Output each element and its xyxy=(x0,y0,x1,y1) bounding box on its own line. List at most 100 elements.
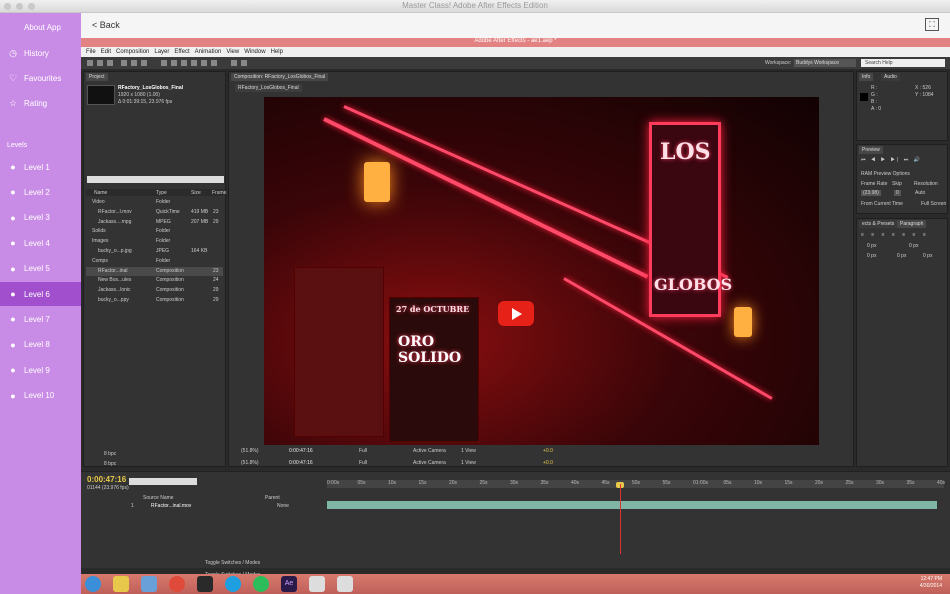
resolution-select: Full xyxy=(359,448,368,454)
sidebar-level-5[interactable]: ● Level 5 xyxy=(0,257,81,281)
spotify-icon[interactable] xyxy=(253,576,269,592)
sidebar-item-favourites[interactable]: ♡ Favourites xyxy=(0,66,81,90)
ae-menu-item[interactable]: File xyxy=(86,47,96,57)
sidebar-level-8[interactable]: ● Level 8 xyxy=(0,333,81,357)
workspace-select: Buddys Workspace xyxy=(794,59,856,67)
info-g: G : xyxy=(871,92,878,98)
ruler-tick: 15s xyxy=(784,480,793,486)
sidebar-level-6[interactable]: ● Level 6 xyxy=(0,282,81,306)
ae-menu-item[interactable]: Effect xyxy=(174,47,189,57)
fullscreen-icon[interactable]: ⛶ xyxy=(925,18,939,31)
project-cell-frame: 23 xyxy=(213,267,219,274)
sidebar-item-rating[interactable]: ☆ Rating xyxy=(0,91,81,115)
sidebar-level-1[interactable]: ● Level 1 xyxy=(0,155,81,179)
sidebar-level-4[interactable]: ● Level 4 xyxy=(0,231,81,255)
project-cell-name: Jackass....mpg xyxy=(98,218,132,225)
project-comp-name: RFactory_LosGlobos_Final xyxy=(118,85,184,91)
full-screen-checkbox[interactable]: Full Screen xyxy=(921,201,946,207)
skype-icon[interactable] xyxy=(225,576,241,592)
project-cell-type: MPEG xyxy=(156,218,171,225)
steam-icon[interactable] xyxy=(197,576,213,592)
ae-menu-item[interactable]: Composition xyxy=(116,47,149,57)
app-icon[interactable] xyxy=(309,576,325,592)
sidebar-level-label: Level 5 xyxy=(24,264,50,274)
ae-menu-item[interactable]: Layer xyxy=(154,47,169,57)
folder-icon[interactable] xyxy=(113,576,129,592)
sidebar-item-label: History xyxy=(24,48,49,58)
project-row[interactable]: bucky_o...p.jpg JPEG 164 KB xyxy=(86,247,223,256)
composition-subtab: RFactory_LosGlobos_Final xyxy=(235,84,302,92)
toggle-switches[interactable]: Toggle Switches / Modes xyxy=(205,560,260,566)
project-row[interactable]: RFactor...inal Composition 23 xyxy=(86,266,223,276)
col-parent: Parent xyxy=(265,495,280,501)
comp-thumbnail xyxy=(87,85,115,105)
project-row[interactable]: New Bos...ules Composition 24 xyxy=(86,276,223,285)
hand-tool-icon xyxy=(97,60,103,66)
project-row[interactable]: RFactor...l.mov QuickTime 419 MB 23 xyxy=(86,208,223,217)
col-frame: Frame xyxy=(212,190,227,196)
back-button[interactable]: < Back xyxy=(92,20,120,30)
ae-menu-item[interactable]: View xyxy=(226,47,239,57)
level-icon: ● xyxy=(10,365,16,376)
play-button[interactable] xyxy=(498,301,534,326)
info-x: X : 526 xyxy=(915,85,931,91)
sidebar-level-label: Level 3 xyxy=(24,213,50,223)
layer-parent[interactable]: None xyxy=(277,503,289,509)
layer-bar[interactable] xyxy=(327,501,937,509)
project-row[interactable]: Jackass...lonic Composition 29 xyxy=(86,286,223,295)
ruler-tick: 40s xyxy=(571,480,580,486)
after-effects-icon[interactable]: Ae xyxy=(281,576,297,592)
info-y: Y : 1084 xyxy=(915,92,934,98)
effects-presets-tab: ects & Presets xyxy=(859,220,898,228)
chrome-icon[interactable] xyxy=(169,576,185,592)
project-row[interactable]: bucky_o...ppy Composition 29 xyxy=(86,296,223,305)
ae-menu-item[interactable]: Help xyxy=(271,47,283,57)
project-tab: Project xyxy=(86,73,108,81)
sidebar-item-about-app[interactable]: About App xyxy=(0,15,81,39)
ae-menu-item[interactable]: Animation xyxy=(195,47,222,57)
sidebar-level-2[interactable]: ● Level 2 xyxy=(0,180,81,204)
timeline-search-input[interactable] xyxy=(129,478,197,485)
col-name: Name xyxy=(94,190,108,196)
skip-select[interactable]: 0 xyxy=(894,190,901,196)
ae-menu-item[interactable]: Edit xyxy=(101,47,111,57)
ruler-tick: 05s xyxy=(723,480,732,486)
col-source-name: Source Name xyxy=(143,495,174,501)
project-cell-type: Folder xyxy=(156,199,171,205)
sidebar-level-label: Level 6 xyxy=(24,289,50,299)
sidebar-level-label: Level 2 xyxy=(24,187,50,197)
rotate-tool-icon xyxy=(121,60,127,66)
project-header-row: Name Type Size Frame xyxy=(86,189,227,196)
time-ruler[interactable]: 0:00s 05s 10s 15s 20s 25s 30s 35s 40s 45s 50s 55s 01… xyxy=(327,480,946,488)
project-row[interactable]: Images Folder xyxy=(86,237,223,246)
start-icon[interactable] xyxy=(85,576,101,592)
ruler-tick: 01:00s xyxy=(693,480,709,486)
document-icon[interactable] xyxy=(141,576,157,592)
frame-rate-select[interactable]: (23.98) xyxy=(861,190,881,196)
project-row[interactable]: Solids Folder xyxy=(86,227,223,236)
project-row[interactable]: Comps Folder xyxy=(86,257,223,266)
project-search-input xyxy=(87,176,224,183)
sidebar-item-history[interactable]: ◷ History xyxy=(0,41,81,65)
sidebar-level-10[interactable]: ● Level 10 xyxy=(0,384,81,408)
lantern xyxy=(734,307,752,337)
ae-menu-item[interactable]: Window xyxy=(244,47,265,57)
indent-first: 0 px xyxy=(867,253,877,259)
project-row[interactable]: Jackass....mpg MPEG 207 MB 29 xyxy=(86,218,223,227)
resolution-select[interactable]: Auto xyxy=(915,190,925,196)
project-cell-name: RFactor...inal xyxy=(98,267,128,274)
zoom-level-2: (51.8%) xyxy=(241,460,259,466)
video-player[interactable]: Adobe After Effects - ae1.aep * File Edit… xyxy=(81,38,950,594)
project-cell-frame: 29 xyxy=(213,287,219,294)
project-cell-name: bucky_o...p.jpg xyxy=(98,248,132,254)
ruler-tick: 40s xyxy=(937,480,946,486)
app-icon[interactable] xyxy=(337,576,353,592)
sidebar-level-9[interactable]: ● Level 9 xyxy=(0,358,81,382)
project-row[interactable]: Video Folder xyxy=(86,198,223,207)
sidebar-level-3[interactable]: ● Level 3 xyxy=(0,206,81,230)
project-cell-name: Video xyxy=(92,199,105,205)
from-current-checkbox[interactable]: From Current Time xyxy=(861,201,903,207)
color-swatch xyxy=(860,93,868,101)
layer-name[interactable]: RFactor...inal.mov xyxy=(151,503,191,509)
sidebar-level-7[interactable]: ● Level 7 xyxy=(0,307,81,331)
